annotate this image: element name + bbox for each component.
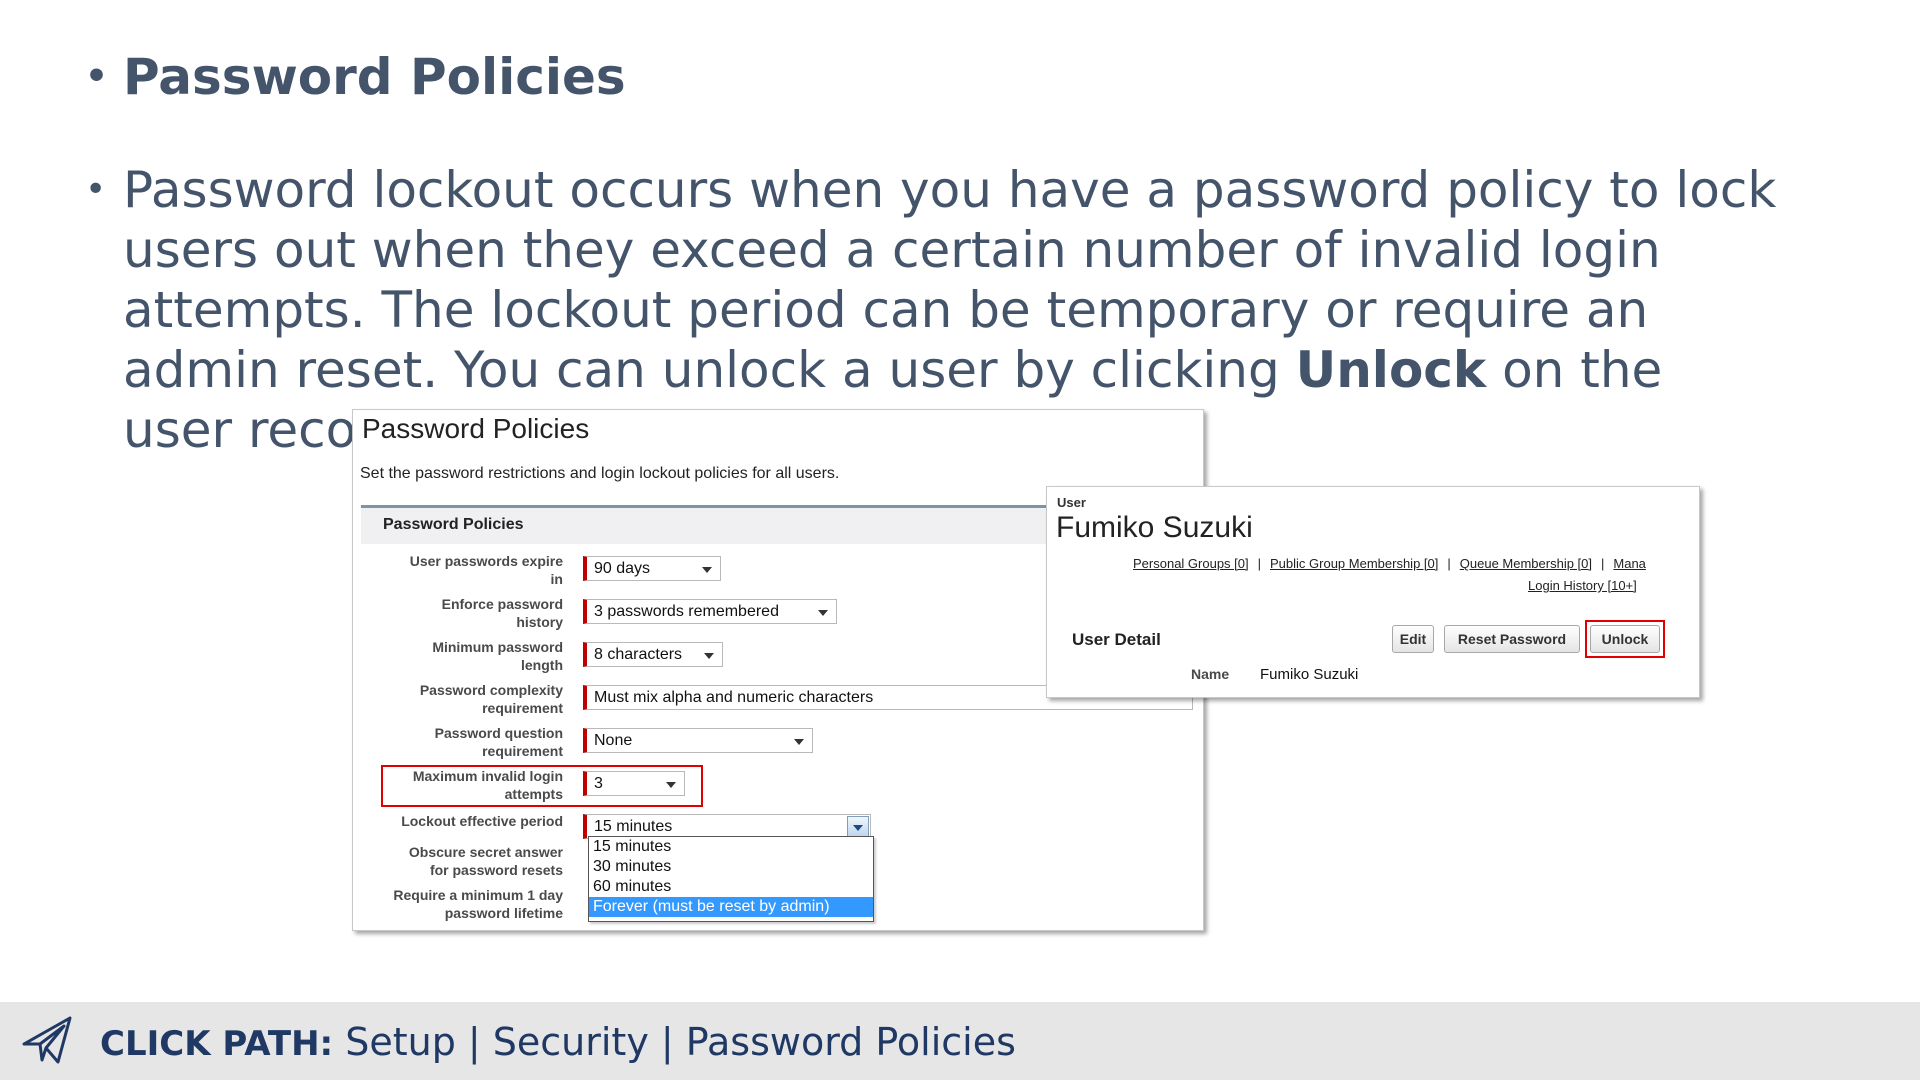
label-line-1: User passwords expire	[409, 553, 563, 569]
dropdown-option[interactable]: 60 minutes	[589, 877, 873, 897]
click-path-value: Setup | Security | Password Policies	[333, 1020, 1016, 1064]
link-queue-membership[interactable]: Queue Membership [0]	[1460, 556, 1592, 571]
click-path-footer: CLICK PATH: Setup | Security | Password …	[0, 1002, 1920, 1080]
highlight-box-max-invalid	[381, 765, 703, 807]
select-value: 90 days	[594, 560, 651, 577]
label-line-2: requirement	[482, 700, 563, 716]
bullet-title-row: • Password Policies	[85, 42, 626, 112]
dropdown-option[interactable]: 15 minutes	[589, 837, 873, 857]
bullet-marker: •	[85, 169, 107, 210]
slide-heading: Password Policies	[123, 48, 626, 106]
label-line-1: Enforce password	[441, 596, 563, 612]
label-line-1: Require a minimum 1 day	[393, 887, 563, 903]
label-line-2: length	[521, 657, 563, 673]
bullet-marker: •	[85, 56, 109, 97]
chevron-down-icon	[704, 653, 714, 659]
label-line-2: for password resets	[429, 862, 563, 878]
label-line-1: Minimum password	[432, 639, 563, 655]
link-login-history[interactable]: Login History [10+]	[1528, 578, 1637, 593]
click-path-label: CLICK PATH:	[100, 1024, 334, 1064]
link-personal-groups[interactable]: Personal Groups [0]	[1133, 556, 1249, 571]
chevron-down-icon	[818, 610, 828, 616]
field-label: Require a minimum 1 day password lifetim…	[353, 886, 563, 922]
link-separator: |	[1257, 556, 1262, 571]
click-path-text: CLICK PATH: Setup | Security | Password …	[100, 1020, 1016, 1064]
field-label: Password question requirement	[353, 724, 563, 760]
section-label: Password Policies	[383, 516, 524, 533]
select-value: Must mix alpha and numeric characters	[594, 689, 874, 706]
panel-description: Set the password restrictions and login …	[360, 465, 840, 482]
dropdown-button[interactable]	[847, 816, 869, 837]
field-label: Lockout effective period	[353, 812, 563, 830]
link-public-group-membership[interactable]: Public Group Membership [0]	[1270, 556, 1438, 571]
question-select[interactable]: None	[583, 728, 813, 753]
chevron-down-icon	[794, 739, 804, 745]
label-line-1: Password question	[434, 725, 563, 741]
field-label: Minimum password length	[353, 638, 563, 674]
body-text-bold: Unlock	[1295, 341, 1487, 399]
label-line-1: Password complexity	[419, 682, 563, 698]
dropdown-option[interactable]: 30 minutes	[589, 857, 873, 877]
select-value: 8 characters	[594, 646, 683, 663]
password-history-select[interactable]: 3 passwords remembered	[583, 599, 837, 624]
label-line-1: Obscure secret answer	[408, 844, 563, 860]
field-label: Password complexity requirement	[353, 681, 563, 717]
select-value: 3 passwords remembered	[594, 603, 779, 620]
paper-plane-icon	[22, 1016, 72, 1064]
label-line-1: Lockout effective period	[401, 813, 563, 829]
label-line-2: password lifetime	[444, 905, 563, 921]
label-line-2: history	[516, 614, 563, 630]
user-record-panel: User Fumiko Suzuki Personal Groups [0] | P…	[1046, 486, 1700, 698]
password-expire-select[interactable]: 90 days	[583, 556, 721, 581]
min-length-select[interactable]: 8 characters	[583, 642, 723, 667]
dropdown-option-highlighted[interactable]: Forever (must be reset by admin)	[589, 897, 873, 917]
select-value: 15 minutes	[594, 818, 673, 835]
lockout-period-options[interactable]: 15 minutes 30 minutes 60 minutes Forever…	[588, 836, 874, 922]
related-links: Personal Groups [0] | Public Group Members…	[1133, 556, 1646, 571]
edit-button[interactable]: Edit	[1392, 625, 1434, 653]
reset-password-button[interactable]: Reset Password	[1444, 625, 1580, 653]
highlight-box-unlock	[1585, 620, 1665, 658]
chevron-down-icon	[853, 825, 863, 831]
name-field-value: Fumiko Suzuki	[1260, 666, 1359, 683]
panel-title: Password Policies	[362, 413, 590, 444]
field-label: Obscure secret answer for password reset…	[353, 843, 563, 879]
user-name-heading: Fumiko Suzuki	[1056, 511, 1253, 544]
user-detail-heading: User Detail	[1072, 630, 1161, 649]
link-separator: |	[1601, 556, 1605, 571]
link-managed[interactable]: Mana	[1613, 556, 1646, 571]
field-label: User passwords expire in	[353, 552, 563, 588]
name-field-label: Name	[1191, 666, 1230, 682]
chevron-down-icon	[702, 567, 712, 573]
select-value: None	[594, 732, 633, 749]
field-label: Enforce password history	[353, 595, 563, 631]
label-line-2: requirement	[482, 743, 563, 759]
link-separator: |	[1447, 556, 1451, 571]
label-line-2: in	[550, 571, 563, 587]
record-type-caption: User	[1057, 495, 1086, 510]
